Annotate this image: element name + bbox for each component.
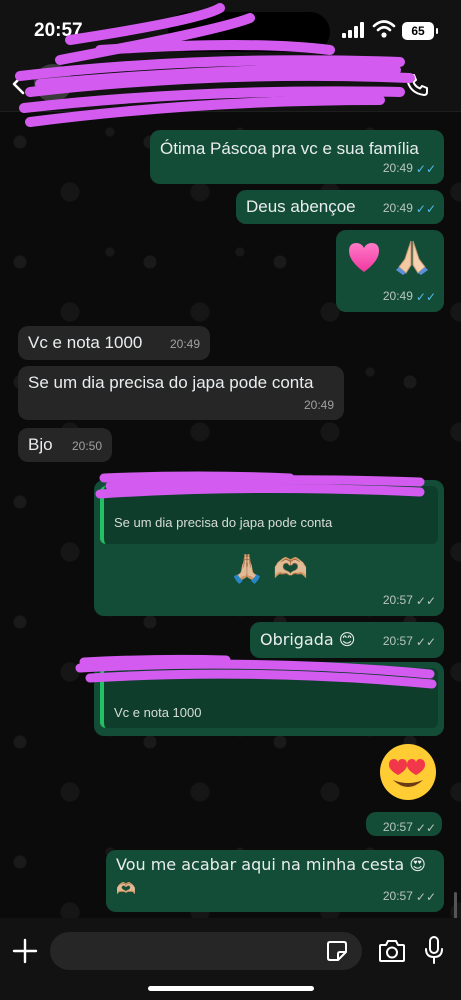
back-icon[interactable] (8, 72, 30, 96)
quoted-message[interactable]: Vc e nota 1000 (100, 668, 438, 728)
folded-hands-icon (396, 240, 428, 275)
message-incoming[interactable]: Se um dia precisa do japa pode conta 20:… (18, 366, 344, 420)
camera-icon[interactable] (378, 938, 406, 964)
message-outgoing[interactable]: Vou me acabar aqui na minha cesta 😍 🫶🏼 2… (106, 850, 444, 912)
message-meta: 20:49 ✓✓ (383, 157, 436, 180)
heart-eyes-emoji (380, 744, 436, 800)
read-ticks-icon: ✓✓ (415, 290, 436, 304)
message-text: Vc e nota 1000 (28, 333, 143, 352)
message-input[interactable] (50, 932, 362, 970)
delivered-ticks-icon: ✓✓ (415, 890, 436, 904)
delivered-ticks-icon: ✓✓ (415, 594, 436, 608)
message-text: Obrigada 😊 (260, 630, 356, 649)
message-text: Vou me acabar aqui na minha cesta 😍 (116, 855, 426, 874)
message-time: 20:57 (382, 889, 413, 903)
quoted-message[interactable]: Se um dia precisa do japa pode conta (100, 486, 438, 544)
message-text: Se um dia precisa do japa pode conta (28, 373, 314, 392)
message-text: 🙏🏼 🫶🏼 (229, 552, 309, 585)
message-outgoing[interactable]: Ótima Páscoa pra vc e sua família 20:49 ✓… (150, 130, 444, 184)
quote-text: Vc e nota 1000 (114, 705, 202, 720)
chat-header (0, 56, 461, 112)
message-text-line2: 🫶🏼 (116, 879, 136, 898)
message-meta: 20:57 ✓✓ (383, 589, 436, 612)
home-indicator[interactable] (148, 986, 314, 991)
message-time: 20:57 (382, 634, 413, 648)
message-time: 20:57 (382, 820, 413, 834)
dynamic-island (168, 12, 330, 52)
message-time: 20:57 (382, 593, 413, 607)
message-outgoing[interactable]: Vc e nota 1000 (94, 662, 444, 736)
phone-icon[interactable] (404, 72, 430, 98)
read-ticks-icon: ✓✓ (415, 162, 436, 176)
message-outgoing[interactable]: Deus abençoe 20:49 ✓✓ (236, 190, 444, 224)
avatar[interactable] (34, 64, 72, 102)
message-text: Ótima Páscoa pra vc e sua família (160, 139, 419, 158)
message-time: 20:49 (303, 398, 334, 412)
message-time: 20:50 (71, 439, 102, 453)
message-incoming[interactable]: Bjo 20:50 (18, 428, 112, 462)
wifi-icon (372, 20, 396, 38)
composer-bar (0, 918, 461, 1000)
signal-icon (342, 22, 366, 38)
mic-icon[interactable] (424, 935, 444, 965)
message-outgoing[interactable]: Se um dia precisa do japa pode conta 🙏🏼 … (94, 480, 444, 616)
message-time: 20:49 (382, 289, 413, 303)
message-meta: 20:57 ✓✓ (383, 630, 436, 653)
message-time: 20:49 (382, 161, 413, 175)
message-outgoing[interactable]: Obrigada 😊 20:57 ✓✓ (250, 622, 444, 658)
quote-text: Se um dia precisa do japa pode conta (114, 515, 333, 530)
message-meta: 20:49 ✓✓ (383, 197, 436, 220)
pink-heart-icon (349, 243, 379, 272)
message-meta: 20:49 ✓✓ (383, 285, 436, 308)
message-outgoing[interactable]: 20:49 ✓✓ (336, 230, 444, 312)
message-outgoing[interactable]: 20:57 ✓✓ (366, 812, 442, 836)
chat-area[interactable]: Ótima Páscoa pra vc e sua família 20:49 ✓… (0, 112, 461, 1000)
message-time: 20:49 (169, 337, 200, 351)
sticker-icon[interactable] (326, 940, 348, 962)
plus-icon[interactable] (12, 938, 38, 964)
status-bar: 20:57 65 (0, 0, 461, 56)
message-text: Bjo (28, 435, 53, 454)
message-time: 20:49 (382, 201, 413, 215)
delivered-ticks-icon: ✓✓ (415, 821, 436, 835)
message-text: Deus abençoe (246, 197, 356, 216)
battery-indicator: 65 (402, 22, 438, 40)
message-meta: 20:57 ✓✓ (383, 885, 436, 908)
status-time: 20:57 (34, 20, 83, 41)
message-meta: 20:57 ✓✓ (383, 816, 436, 839)
delivered-ticks-icon: ✓✓ (415, 635, 436, 649)
read-ticks-icon: ✓✓ (415, 202, 436, 216)
message-incoming[interactable]: Vc e nota 1000 20:49 (18, 326, 210, 360)
